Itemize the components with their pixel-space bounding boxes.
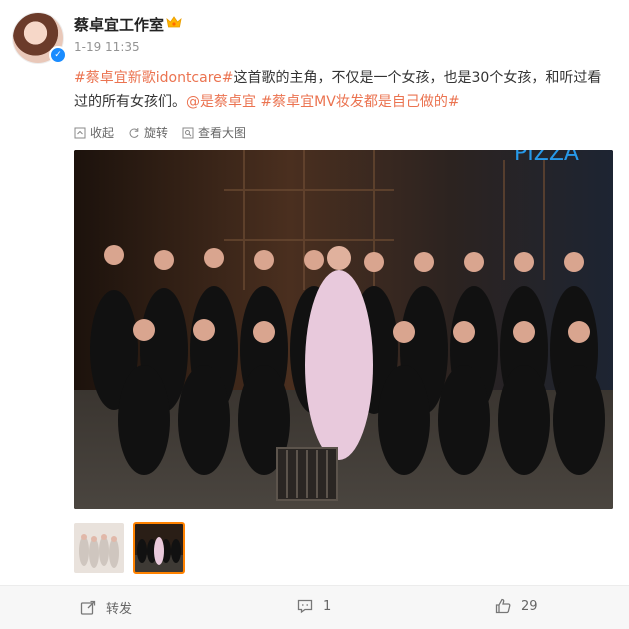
verified-badge-icon: ✓ bbox=[49, 46, 67, 64]
like-button[interactable]: 29 bbox=[495, 598, 538, 614]
repost-button[interactable]: 转发 bbox=[80, 598, 132, 617]
post-image-large[interactable]: PIZZA bbox=[74, 150, 613, 509]
view-large-button[interactable]: 查看大图 bbox=[182, 124, 246, 141]
svg-text:PIZZA: PIZZA bbox=[514, 150, 579, 166]
thumbnail-2-illustration bbox=[134, 523, 184, 573]
comment-button[interactable]: 1 bbox=[297, 598, 331, 614]
collapse-label: 收起 bbox=[90, 126, 115, 140]
thumbnail-1[interactable] bbox=[74, 523, 124, 573]
view-large-label: 查看大图 bbox=[198, 126, 247, 140]
hashtag-link[interactable]: #蔡卓宜新歌idontcare# bbox=[74, 70, 234, 86]
zoom-icon bbox=[182, 127, 194, 138]
post-time[interactable]: 1-19 11:35 bbox=[74, 40, 140, 54]
rotate-label: 旋转 bbox=[144, 126, 169, 140]
rotate-button[interactable]: 旋转 bbox=[128, 124, 168, 141]
hashtag-link[interactable]: #蔡卓宜MV妆发都是自己做的# bbox=[260, 94, 459, 110]
collapse-button[interactable]: 收起 bbox=[74, 124, 114, 141]
comment-icon bbox=[297, 599, 313, 614]
group-photo-illustration: PIZZA bbox=[74, 150, 613, 509]
rotate-icon bbox=[129, 127, 139, 138]
like-count: 29 bbox=[521, 598, 538, 614]
author-name[interactable]: 蔡卓宜工作室 bbox=[74, 14, 164, 35]
image-thumbnails bbox=[74, 522, 185, 574]
mention-link[interactable]: @是蔡卓宜 bbox=[186, 94, 256, 110]
post-content: #蔡卓宜新歌idontcare#这首歌的主角，不仅是一个女孩，也是30个女孩，和… bbox=[74, 66, 614, 114]
image-actions: 收起 旋转 查看大图 bbox=[74, 124, 246, 141]
collapse-icon bbox=[74, 127, 86, 138]
post-footer: 转发 1 29 bbox=[0, 585, 629, 629]
repost-icon bbox=[80, 600, 96, 615]
thumbs-up-icon bbox=[495, 598, 511, 614]
comment-count: 1 bbox=[323, 598, 332, 614]
thumbnail-1-illustration bbox=[74, 523, 124, 573]
repost-label: 转发 bbox=[106, 602, 133, 617]
crown-icon bbox=[166, 16, 182, 28]
thumbnail-2-selected[interactable] bbox=[133, 522, 185, 574]
